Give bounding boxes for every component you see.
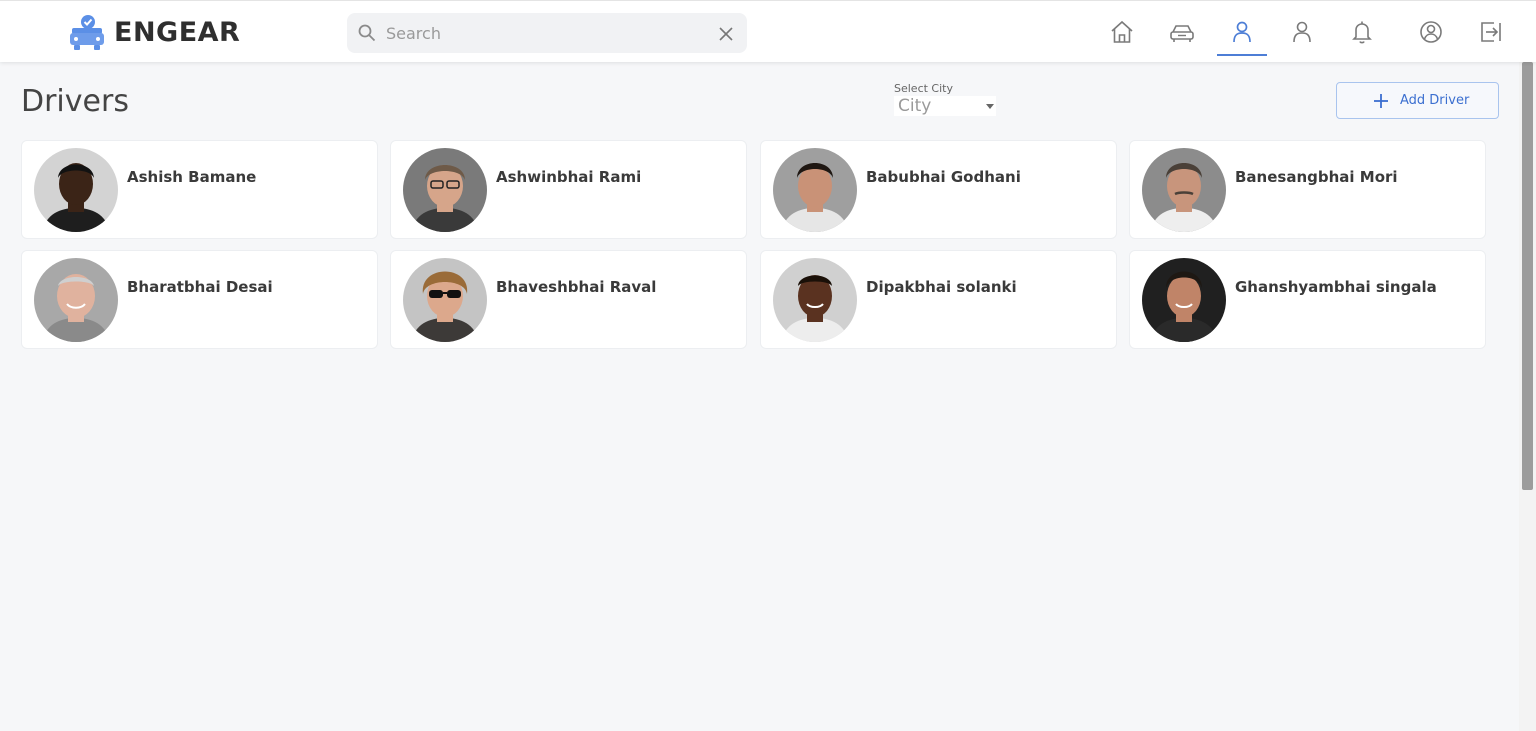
search-icon bbox=[358, 24, 376, 42]
driver-name: Ashish Bamane bbox=[127, 168, 257, 186]
driver-card[interactable]: Ghanshyambhai singala bbox=[1129, 250, 1486, 349]
driver-card[interactable]: Bhaveshbhai Raval bbox=[390, 250, 747, 349]
logout-icon[interactable] bbox=[1477, 18, 1505, 46]
search-input[interactable] bbox=[386, 21, 706, 45]
account-icon[interactable] bbox=[1417, 18, 1445, 46]
brand-name: ENGEAR bbox=[114, 16, 241, 48]
driver-avatar bbox=[403, 258, 487, 342]
driver-card[interactable]: Dipakbhai solanki bbox=[760, 250, 1117, 349]
driver-avatar bbox=[1142, 148, 1226, 232]
city-select[interactable]: City bbox=[894, 96, 996, 116]
top-bar: ENGEAR bbox=[0, 0, 1536, 62]
add-driver-label: Add Driver bbox=[1400, 93, 1470, 108]
clear-search-icon[interactable] bbox=[717, 25, 735, 43]
bell-icon[interactable] bbox=[1348, 18, 1376, 46]
city-select-value: City bbox=[898, 96, 932, 116]
caret-down-icon bbox=[986, 104, 994, 109]
city-select-label: Select City bbox=[894, 82, 953, 95]
driver-card[interactable]: Banesangbhai Mori bbox=[1129, 140, 1486, 239]
page-title: Drivers bbox=[21, 84, 129, 119]
driver-name: Bhaveshbhai Raval bbox=[496, 278, 657, 296]
home-icon[interactable] bbox=[1108, 18, 1136, 46]
car-logo-icon bbox=[70, 15, 104, 50]
driver-name: Bharatbhai Desai bbox=[127, 278, 273, 296]
scrollbar-thumb[interactable] bbox=[1522, 62, 1533, 490]
driver-card[interactable]: Babubhai Godhani bbox=[760, 140, 1117, 239]
plus-icon bbox=[1374, 94, 1388, 108]
driver-card[interactable]: Ashish Bamane bbox=[21, 140, 378, 239]
driver-avatar bbox=[1142, 258, 1226, 342]
add-driver-button[interactable]: Add Driver bbox=[1336, 82, 1499, 119]
driver-card[interactable]: Bharatbhai Desai bbox=[21, 250, 378, 349]
driver-avatar bbox=[34, 258, 118, 342]
driver-avatar bbox=[773, 258, 857, 342]
driver-name: Banesangbhai Mori bbox=[1235, 168, 1398, 186]
car-icon[interactable] bbox=[1168, 18, 1196, 46]
driver-avatar bbox=[34, 148, 118, 232]
driver-avatar bbox=[403, 148, 487, 232]
user-icon[interactable] bbox=[1288, 18, 1316, 46]
driver-name: Babubhai Godhani bbox=[866, 168, 1021, 186]
drivers-icon[interactable] bbox=[1228, 18, 1256, 46]
driver-avatar bbox=[773, 148, 857, 232]
driver-name: Dipakbhai solanki bbox=[866, 278, 1017, 296]
active-tab-indicator bbox=[1217, 54, 1267, 56]
logo[interactable]: ENGEAR bbox=[68, 13, 240, 51]
driver-name: Ghanshyambhai singala bbox=[1235, 278, 1437, 296]
driver-name: Ashwinbhai Rami bbox=[496, 168, 642, 186]
driver-card[interactable]: Ashwinbhai Rami bbox=[390, 140, 747, 239]
search-bar bbox=[347, 13, 747, 53]
